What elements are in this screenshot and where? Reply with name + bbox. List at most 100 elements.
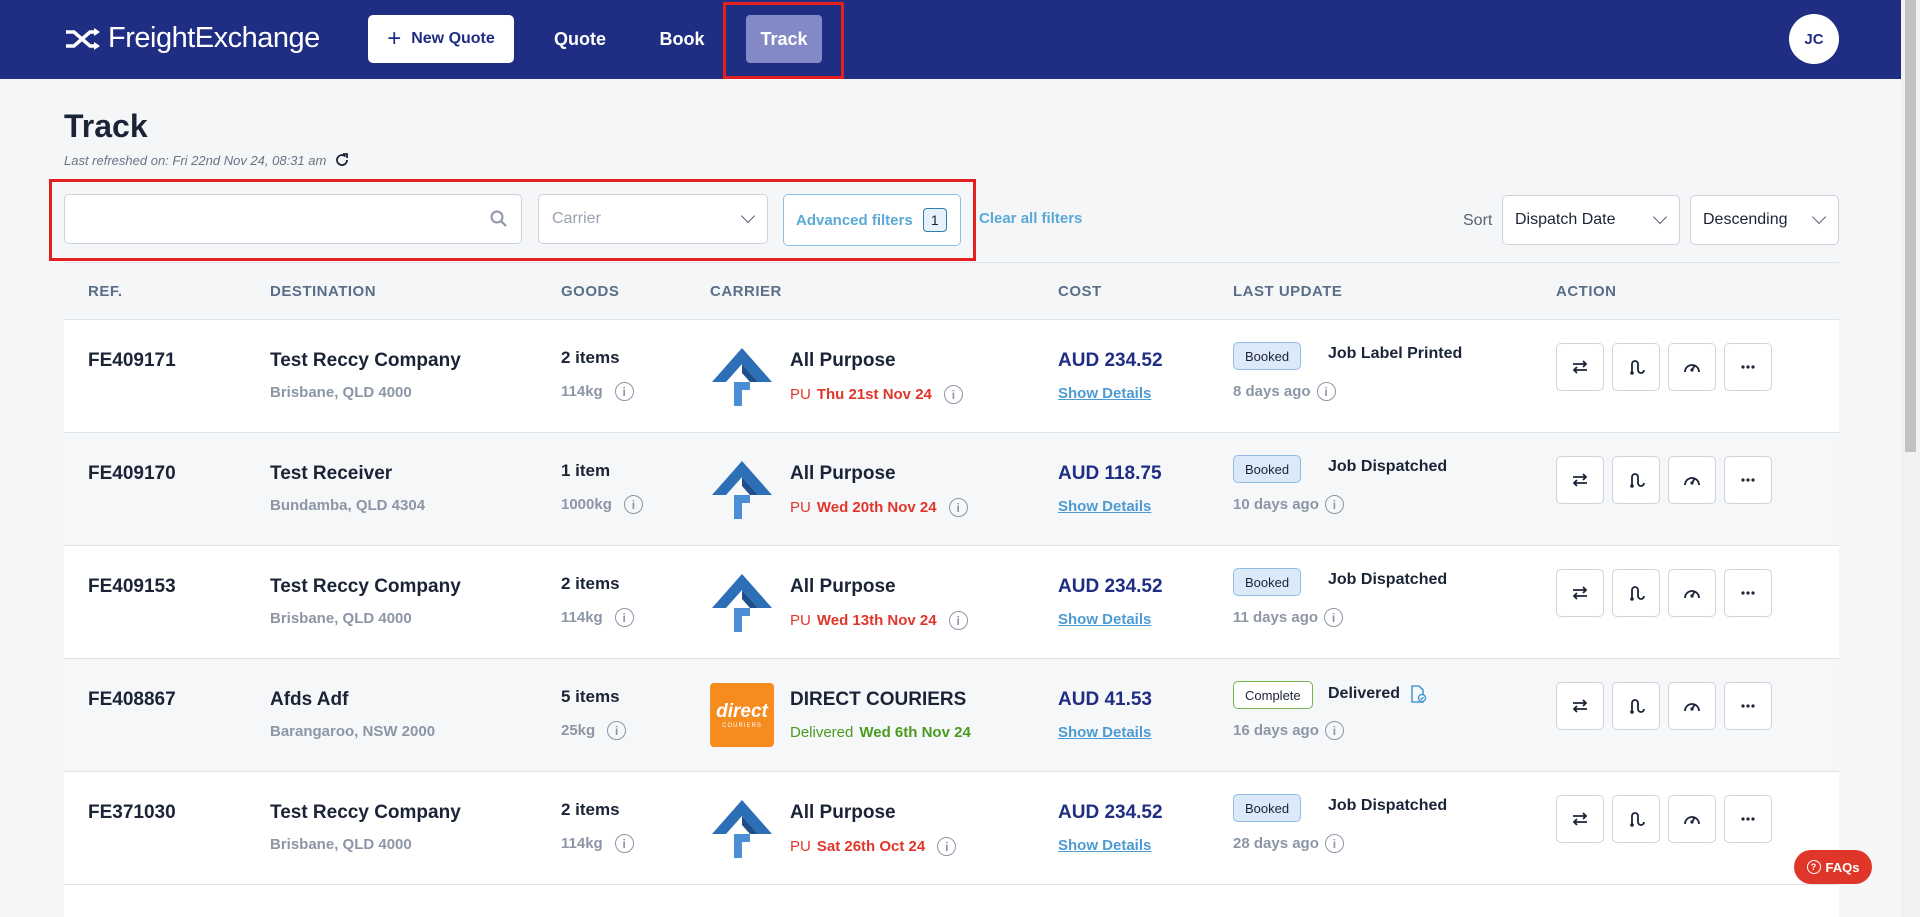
info-icon[interactable]: i bbox=[948, 611, 968, 630]
user-avatar[interactable]: JC bbox=[1789, 14, 1839, 64]
scrollbar-thumb[interactable] bbox=[1905, 0, 1916, 452]
goods-quantity: 2 items bbox=[561, 800, 620, 819]
page-title: Track bbox=[64, 108, 148, 144]
new-quote-button[interactable]: + New Quote bbox=[368, 15, 514, 63]
top-navigation-bar: FreightExchange + New Quote Quote Book T… bbox=[0, 0, 1901, 79]
cost-value: AUD 41.53 bbox=[1058, 689, 1152, 710]
table-row[interactable]: FE409153 Test Reccy Company Brisbane, QL… bbox=[64, 546, 1839, 659]
nav-quote[interactable]: Quote bbox=[540, 15, 620, 63]
info-icon[interactable]: i bbox=[1324, 834, 1344, 853]
last-update-ago: 28 days ago i bbox=[1233, 834, 1344, 853]
sort-direction-select[interactable]: Descending bbox=[1690, 195, 1839, 245]
info-icon[interactable]: i bbox=[943, 385, 963, 404]
tracking-status-button[interactable] bbox=[1668, 795, 1716, 843]
info-icon[interactable]: i bbox=[937, 837, 957, 856]
repeat-job-button[interactable] bbox=[1556, 456, 1604, 504]
job-reference[interactable]: FE371030 bbox=[88, 802, 176, 824]
show-details-link[interactable]: Show Details bbox=[1058, 385, 1151, 402]
job-reference[interactable]: FE409170 bbox=[88, 463, 176, 485]
goods-weight-value: 114kg bbox=[561, 383, 603, 400]
info-icon[interactable]: i bbox=[1324, 721, 1344, 740]
table-row[interactable]: FE409170 Test Receiver Bundamba, QLD 430… bbox=[64, 433, 1839, 546]
gauge-icon bbox=[1684, 703, 1700, 712]
info-icon[interactable]: i bbox=[1324, 495, 1344, 514]
sort-by-select[interactable]: Dispatch Date bbox=[1502, 195, 1680, 245]
track-route-button[interactable] bbox=[1612, 343, 1660, 391]
show-details-link[interactable]: Show Details bbox=[1058, 837, 1151, 854]
clear-all-filters-link[interactable]: Clear all filters bbox=[979, 210, 1082, 227]
column-cost[interactable]: COST bbox=[1058, 283, 1102, 300]
table-row[interactable]: FE408867 Afds Adf Barangaroo, NSW 2000 5… bbox=[64, 659, 1839, 772]
carrier-date: PU Thu 21st Nov 24 i bbox=[790, 385, 963, 404]
job-reference[interactable]: FE408867 bbox=[88, 689, 176, 711]
show-details-link[interactable]: Show Details bbox=[1058, 611, 1151, 628]
date-prefix: PU bbox=[790, 838, 811, 855]
status-badge: Booked bbox=[1233, 568, 1302, 596]
track-route-button[interactable] bbox=[1612, 456, 1660, 504]
column-destination[interactable]: DESTINATION bbox=[270, 283, 376, 300]
carrier-name: All Purpose bbox=[790, 463, 896, 484]
table-row[interactable]: FE409171 Test Reccy Company Brisbane, QL… bbox=[64, 320, 1839, 433]
gauge-icon bbox=[1684, 816, 1700, 825]
track-route-button[interactable] bbox=[1612, 682, 1660, 730]
nav-book[interactable]: Book bbox=[640, 15, 724, 63]
info-icon[interactable]: i bbox=[1316, 382, 1336, 401]
last-update-value: Job Dispatched bbox=[1328, 797, 1448, 814]
info-icon[interactable]: i bbox=[623, 495, 643, 514]
more-actions-button[interactable] bbox=[1724, 569, 1772, 617]
tracking-status-button[interactable] bbox=[1668, 343, 1716, 391]
tracking-status-button[interactable] bbox=[1668, 682, 1716, 730]
last-update-ago: 16 days ago i bbox=[1233, 721, 1344, 740]
cost-value: AUD 234.52 bbox=[1058, 576, 1163, 597]
job-reference[interactable]: FE409171 bbox=[88, 350, 176, 372]
info-icon[interactable]: i bbox=[948, 498, 968, 517]
show-details-link[interactable]: Show Details bbox=[1058, 724, 1151, 741]
last-update-ago-value: 11 days ago bbox=[1233, 609, 1319, 626]
tracking-status-button[interactable] bbox=[1668, 569, 1716, 617]
help-icon: ? bbox=[1806, 860, 1821, 874]
route-icon bbox=[1630, 699, 1645, 714]
goods-weight-value: 114kg bbox=[561, 835, 603, 852]
job-reference[interactable]: FE409153 bbox=[88, 576, 176, 598]
more-actions-button[interactable] bbox=[1724, 795, 1772, 843]
status-badge: Booked bbox=[1233, 794, 1302, 822]
tracking-status-button[interactable] bbox=[1668, 456, 1716, 504]
repeat-job-button[interactable] bbox=[1556, 343, 1604, 391]
column-last-update[interactable]: LAST UPDATE bbox=[1233, 283, 1342, 300]
info-icon[interactable]: i bbox=[614, 382, 634, 401]
repeat-job-button[interactable] bbox=[1556, 569, 1604, 617]
info-icon[interactable]: i bbox=[1324, 608, 1344, 627]
goods-weight-value: 114kg bbox=[561, 609, 603, 626]
info-icon[interactable]: i bbox=[607, 721, 627, 740]
last-update-ago: 8 days ago i bbox=[1233, 382, 1336, 401]
more-horizontal-icon bbox=[1741, 591, 1755, 595]
carrier-date: Delivered Wed 6th Nov 24 bbox=[790, 724, 971, 741]
table-row[interactable]: FE371030 Test Reccy Company Brisbane, QL… bbox=[64, 772, 1839, 885]
column-goods[interactable]: GOODS bbox=[561, 283, 619, 300]
goods-weight: 114kg i bbox=[561, 834, 634, 853]
track-route-button[interactable] bbox=[1612, 569, 1660, 617]
destination-address: Barangaroo, NSW 2000 bbox=[270, 723, 436, 740]
column-ref[interactable]: REF. bbox=[88, 283, 123, 300]
carrier-name: All Purpose bbox=[790, 350, 896, 371]
proof-of-delivery-icon[interactable] bbox=[1408, 684, 1428, 704]
more-horizontal-icon bbox=[1741, 365, 1755, 369]
show-details-link[interactable]: Show Details bbox=[1058, 498, 1151, 515]
destination-name: Test Receiver bbox=[270, 463, 393, 484]
faqs-button[interactable]: ? FAQs bbox=[1794, 850, 1872, 884]
repeat-job-button[interactable] bbox=[1556, 795, 1604, 843]
goods-quantity: 1 item bbox=[561, 461, 611, 480]
brand-logo[interactable]: FreightExchange bbox=[64, 22, 320, 55]
last-update-value: Delivered bbox=[1328, 685, 1401, 702]
more-actions-button[interactable] bbox=[1724, 343, 1772, 391]
track-route-button[interactable] bbox=[1612, 795, 1660, 843]
refresh-icon[interactable] bbox=[334, 152, 350, 168]
sort-by-value: Dispatch Date bbox=[1515, 211, 1616, 228]
table-row-partial bbox=[64, 885, 1839, 917]
column-carrier[interactable]: CARRIER bbox=[710, 283, 782, 300]
more-actions-button[interactable] bbox=[1724, 456, 1772, 504]
more-actions-button[interactable] bbox=[1724, 682, 1772, 730]
repeat-job-button[interactable] bbox=[1556, 682, 1604, 730]
info-icon[interactable]: i bbox=[614, 834, 634, 853]
info-icon[interactable]: i bbox=[614, 608, 634, 627]
